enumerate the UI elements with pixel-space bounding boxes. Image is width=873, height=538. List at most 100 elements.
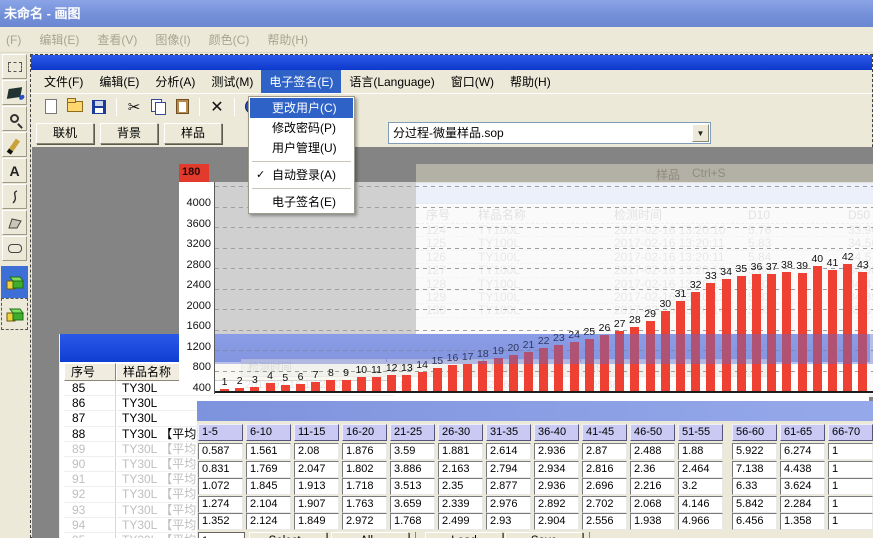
paint-menu-item[interactable]: 颜色(C) xyxy=(203,31,262,48)
grid-data-cell[interactable]: 2.499 xyxy=(438,513,483,530)
grid-data-cell[interactable]: 1 xyxy=(828,513,873,530)
zoom-icon[interactable] xyxy=(2,106,27,131)
app-menu-item[interactable]: 文件(F) xyxy=(36,70,91,93)
grid-data-cell[interactable]: 1.718 xyxy=(342,478,387,495)
grid-data-cell[interactable]: 3.624 xyxy=(780,478,825,495)
grid-button-select[interactable]: Select= xyxy=(249,532,327,538)
save-icon[interactable] xyxy=(89,97,109,117)
grid-data-cell[interactable]: 2.104 xyxy=(246,496,291,513)
cube-tool-icon[interactable] xyxy=(1,298,28,330)
grid-data-cell[interactable]: 2.124 xyxy=(246,513,291,530)
grid-data-cell[interactable]: 2.614 xyxy=(486,443,531,460)
text-icon[interactable]: A xyxy=(2,158,27,183)
grid-data-cell[interactable]: 2.976 xyxy=(486,496,531,513)
open-folder-icon[interactable] xyxy=(65,97,85,117)
grid-data-cell[interactable]: 1.913 xyxy=(294,478,339,495)
grid-data-cell[interactable]: 1.352 xyxy=(198,513,243,530)
grid-data-cell[interactable]: 5.922 xyxy=(732,443,777,460)
grid-data-cell[interactable]: 4.966 xyxy=(678,513,723,530)
grid-button-all[interactable]: All= xyxy=(331,532,409,538)
grid-data-cell[interactable]: 2.35 xyxy=(438,478,483,495)
app-menu-item[interactable]: 帮助(H) xyxy=(502,70,559,93)
grid-data-cell[interactable]: 1 xyxy=(828,461,873,478)
grid-data-cell[interactable]: 1.849 xyxy=(294,513,339,530)
sop-file-combobox[interactable]: 分过程-微量样品.sop ▼ xyxy=(388,122,711,144)
select-icon[interactable] xyxy=(2,54,27,79)
grid-data-cell[interactable]: 1.274 xyxy=(198,496,243,513)
grid-data-cell[interactable]: 2.87 xyxy=(582,443,627,460)
grid-data-cell[interactable]: 0.587 xyxy=(198,443,243,460)
grid-data-cell[interactable]: 2.934 xyxy=(534,461,579,478)
grid-data-cell[interactable]: 2.068 xyxy=(630,496,675,513)
grid-data-cell[interactable]: 1 xyxy=(828,478,873,495)
grid-data-cell[interactable]: 2.284 xyxy=(780,496,825,513)
grid-data-cell[interactable]: 5.842 xyxy=(732,496,777,513)
grid-data-cell[interactable]: 2.36 xyxy=(630,461,675,478)
dropdown-menu-item[interactable]: 修改密码(P) xyxy=(250,118,353,138)
brush-icon[interactable] xyxy=(2,132,27,157)
grid-data-cell[interactable]: 2.464 xyxy=(678,461,723,478)
grid-button-load[interactable]: Load xyxy=(425,532,503,538)
grid-data-cell[interactable]: 1.88 xyxy=(678,443,723,460)
app-menu-item[interactable]: 语言(Language) xyxy=(341,70,442,93)
grid-data-cell[interactable]: 2.488 xyxy=(630,443,675,460)
dropdown-menu-item[interactable]: 自动登录(A)✓ xyxy=(250,165,353,185)
grid-data-cell[interactable]: 2.816 xyxy=(582,461,627,478)
dropdown-menu-item[interactable]: 用户管理(U) xyxy=(250,138,353,158)
paint-menu-item[interactable]: 编辑(E) xyxy=(33,31,91,48)
grid-data-cell[interactable]: 7.138 xyxy=(732,461,777,478)
grid-data-cell[interactable]: 1 xyxy=(828,496,873,513)
grid-data-cell[interactable]: 3.886 xyxy=(390,461,435,478)
grid-data-cell[interactable]: 2.892 xyxy=(534,496,579,513)
cube-tool-selected-icon[interactable] xyxy=(1,266,28,298)
grid-data-cell[interactable]: 2.339 xyxy=(438,496,483,513)
grid-panel-titlebar[interactable] xyxy=(197,401,873,421)
grid-data-cell[interactable]: 2.556 xyxy=(582,513,627,530)
grid-data-cell[interactable]: 3.59 xyxy=(390,443,435,460)
app-menu-item[interactable]: 电子签名(E) xyxy=(261,70,341,93)
grid-data-cell[interactable]: 6.33 xyxy=(732,478,777,495)
paint-menu-item[interactable]: 查看(V) xyxy=(91,31,149,48)
curve-icon[interactable] xyxy=(2,184,27,209)
grid-data-cell[interactable]: 2.936 xyxy=(534,478,579,495)
grid-data-cell[interactable]: 2.93 xyxy=(486,513,531,530)
grid-data-cell[interactable]: 1.907 xyxy=(294,496,339,513)
fill-icon[interactable] xyxy=(2,80,27,105)
grid-data-cell[interactable]: 0.831 xyxy=(198,461,243,478)
grid-data-cell[interactable]: 1.072 xyxy=(198,478,243,495)
grid-data-cell[interactable]: 2.904 xyxy=(534,513,579,530)
grid-data-cell[interactable]: 3.2 xyxy=(678,478,723,495)
grid-data-cell[interactable]: 3.659 xyxy=(390,496,435,513)
grid-data-cell[interactable]: 2.047 xyxy=(294,461,339,478)
cut-icon[interactable]: ✂ xyxy=(124,97,144,117)
app-menu-item[interactable]: 分析(A) xyxy=(147,70,203,93)
quick-button[interactable]: 样品 xyxy=(164,123,222,144)
grid-data-cell[interactable]: 2.794 xyxy=(486,461,531,478)
app-menu-item[interactable]: 窗口(W) xyxy=(443,70,502,93)
grid-data-cell[interactable]: 1.802 xyxy=(342,461,387,478)
polygon-icon[interactable] xyxy=(2,210,27,235)
grid-data-cell[interactable]: 1 xyxy=(828,443,873,460)
dropdown-menu-item[interactable]: 电子签名(E) xyxy=(250,192,353,212)
grid-data-cell[interactable]: 1.769 xyxy=(246,461,291,478)
app-menu-item[interactable]: 编辑(E) xyxy=(91,70,147,93)
grid-data-cell[interactable]: 2.08 xyxy=(294,443,339,460)
grid-data-cell[interactable]: 2.696 xyxy=(582,478,627,495)
app-menu-item[interactable]: 测试(M) xyxy=(203,70,261,93)
grid-data-cell[interactable]: 1.561 xyxy=(246,443,291,460)
paste-icon[interactable] xyxy=(172,97,192,117)
grid-data-cell[interactable]: 1.845 xyxy=(246,478,291,495)
grid-data-cell[interactable]: 6.456 xyxy=(732,513,777,530)
quick-button[interactable]: 背景 xyxy=(100,123,158,144)
grid-data-cell[interactable]: 6.274 xyxy=(780,443,825,460)
grid-data-cell[interactable]: 4.146 xyxy=(678,496,723,513)
grid-data-cell[interactable]: 2.702 xyxy=(582,496,627,513)
grid-data-cell[interactable]: 2.163 xyxy=(438,461,483,478)
combobox-dropdown-arrow-icon[interactable]: ▼ xyxy=(692,124,709,142)
grid-data-cell[interactable]: 1.763 xyxy=(342,496,387,513)
paint-menu-item[interactable]: 图像(I) xyxy=(149,31,202,48)
grid-data-cell[interactable]: 4.438 xyxy=(780,461,825,478)
grid-data-cell[interactable]: 3.513 xyxy=(390,478,435,495)
grid-data-cell[interactable]: 2.216 xyxy=(630,478,675,495)
grid-button-save[interactable]: Save xyxy=(505,532,583,538)
